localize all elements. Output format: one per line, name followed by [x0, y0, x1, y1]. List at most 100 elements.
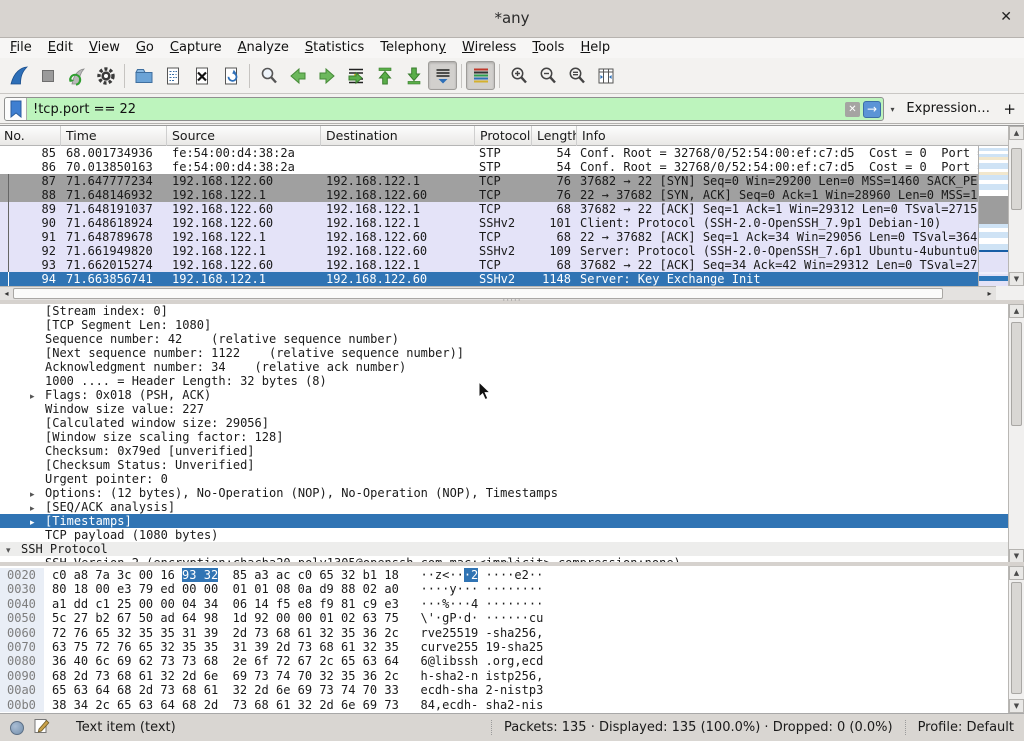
scroll-up-icon[interactable]: ▲ [1009, 126, 1024, 140]
detail-line[interactable]: ▸Options: (12 bytes), No-Operation (NOP)… [0, 486, 1008, 500]
go-last-packet-icon[interactable] [399, 61, 428, 90]
menu-item[interactable]: Tools [524, 38, 572, 58]
go-to-packet-icon[interactable] [341, 61, 370, 90]
filter-add-button[interactable]: + [1003, 94, 1016, 124]
menu-item[interactable]: Wireless [454, 38, 524, 58]
hex-row[interactable]: 008036 40 6c 69 62 73 73 68 2e 6f 72 67 … [0, 654, 1008, 668]
details-vscrollbar[interactable]: ▲ ▼ [1008, 304, 1024, 563]
detail-line[interactable]: [Next sequence number: 1122 (relative se… [0, 346, 1008, 360]
packet-row[interactable]: 88 71.648146932 192.168.122.1 192.168.12… [0, 188, 978, 202]
capture-options-icon[interactable] [91, 61, 120, 90]
detail-line[interactable]: [Stream index: 0] [0, 304, 1008, 318]
detail-line[interactable]: [Checksum Status: Unverified] [0, 458, 1008, 472]
detail-line[interactable]: Acknowledgment number: 34 (relative ack … [0, 360, 1008, 374]
zoom-in-icon[interactable] [504, 61, 533, 90]
detail-line[interactable]: ▸Flags: 0x018 (PSH, ACK) [0, 388, 1008, 402]
filter-bookmark-icon[interactable] [5, 98, 27, 120]
hex-row[interactable]: 007063 75 72 76 65 32 35 35 31 39 2d 73 … [0, 640, 1008, 654]
colorize-toggle-icon[interactable] [466, 61, 495, 90]
detail-line[interactable]: Sequence number: 42 (relative sequence n… [0, 332, 1008, 346]
scroll-thumb[interactable] [13, 288, 943, 299]
column-header-destination[interactable]: Destination [321, 126, 475, 146]
packet-row[interactable]: 87 71.647777234 192.168.122.60 192.168.1… [0, 174, 978, 188]
packet-row[interactable]: 90 71.648618924 192.168.122.60 192.168.1… [0, 216, 978, 230]
hex-vscrollbar[interactable]: ▲ ▼ [1008, 566, 1024, 713]
restart-capture-icon[interactable] [62, 61, 91, 90]
stop-capture-icon[interactable] [33, 61, 62, 90]
scroll-up-icon[interactable]: ▲ [1009, 304, 1024, 318]
menu-item[interactable]: File [2, 38, 40, 58]
menu-item[interactable]: Statistics [297, 38, 372, 58]
hex-row[interactable]: 0040a1 dd c1 25 00 00 04 34 06 14 f5 e8 … [0, 597, 1008, 611]
packet-row[interactable]: 94 71.663856741 192.168.122.1 192.168.12… [0, 272, 978, 286]
start-capture-icon[interactable] [4, 61, 33, 90]
window-close-button[interactable]: ✕ [1000, 9, 1012, 25]
column-header-no[interactable]: No. [0, 126, 61, 146]
detail-line[interactable]: [TCP Segment Len: 1080] [0, 318, 1008, 332]
packet-row[interactable]: 89 71.648191037 192.168.122.60 192.168.1… [0, 202, 978, 216]
menu-item[interactable]: Telephony [372, 38, 454, 58]
go-forward-icon[interactable] [312, 61, 341, 90]
resize-columns-icon[interactable] [591, 61, 620, 90]
packet-row[interactable]: 85 68.001734936 fe:54:00:d4:38:2a STP 54… [0, 146, 978, 160]
go-back-icon[interactable] [283, 61, 312, 90]
packet-list-vscrollbar[interactable]: ▲ ▼ [1008, 126, 1024, 286]
detail-line[interactable]: TCP payload (1080 bytes) [0, 528, 1008, 542]
capture-comment-icon[interactable] [34, 718, 50, 738]
scroll-down-icon[interactable]: ▼ [1009, 272, 1024, 286]
menu-item[interactable]: Help [572, 38, 618, 58]
detail-line[interactable]: 1000 .... = Header Length: 32 bytes (8) [0, 374, 1008, 388]
column-header-length[interactable]: Length [532, 126, 577, 146]
scroll-right-icon[interactable]: ▸ [983, 287, 996, 300]
detail-line[interactable]: [Calculated window size: 29056] [0, 416, 1008, 430]
menu-item[interactable]: Go [128, 38, 162, 58]
packet-row[interactable]: 92 71.661949820 192.168.122.1 192.168.12… [0, 244, 978, 258]
go-first-packet-icon[interactable] [370, 61, 399, 90]
scroll-thumb[interactable] [1011, 582, 1022, 694]
hex-row[interactable]: 009068 2d 73 68 61 32 2d 6e 69 73 74 70 … [0, 669, 1008, 683]
column-header-info[interactable]: Info [577, 126, 1008, 146]
detail-line[interactable]: ▸[SEQ/ACK analysis] [0, 500, 1008, 514]
scroll-thumb[interactable] [1011, 148, 1022, 210]
zoom-out-icon[interactable] [533, 61, 562, 90]
detail-line[interactable]: ▸[Timestamps] [0, 514, 1008, 528]
packet-row[interactable]: 93 71.662015274 192.168.122.60 192.168.1… [0, 258, 978, 272]
packet-list-minimap[interactable] [978, 146, 1008, 286]
column-header-time[interactable]: Time [61, 126, 167, 146]
scroll-down-icon[interactable]: ▼ [1009, 549, 1024, 563]
expert-info-icon[interactable] [10, 721, 24, 735]
detail-line[interactable]: Checksum: 0x79ed [unverified] [0, 444, 1008, 458]
hex-row[interactable]: 006072 76 65 32 35 35 31 39 2d 73 68 61 … [0, 626, 1008, 640]
find-packet-icon[interactable] [254, 61, 283, 90]
profile-button[interactable]: Profile: Default [905, 720, 1024, 735]
auto-scroll-toggle-icon[interactable] [428, 61, 457, 90]
filter-clear-icon[interactable]: ✕ [845, 102, 860, 117]
scroll-up-icon[interactable]: ▲ [1009, 566, 1024, 580]
zoom-original-icon[interactable] [562, 61, 591, 90]
packet-row[interactable]: 91 71.648789678 192.168.122.1 192.168.12… [0, 230, 978, 244]
reload-file-icon[interactable] [216, 61, 245, 90]
menu-item[interactable]: Edit [40, 38, 81, 58]
close-file-icon[interactable] [187, 61, 216, 90]
detail-line[interactable]: Urgent pointer: 0 [0, 472, 1008, 486]
scroll-thumb[interactable] [1011, 322, 1022, 426]
scroll-down-icon[interactable]: ▼ [1009, 699, 1024, 713]
detail-line[interactable]: ▾SSH Protocol [0, 542, 1008, 556]
hex-row[interactable]: 00505c 27 b2 67 50 ad 64 98 1d 92 00 00 … [0, 611, 1008, 625]
menu-item[interactable]: Capture [162, 38, 230, 58]
expression-button[interactable]: Expression… [906, 94, 990, 124]
hex-row[interactable]: 0020c0 a8 7a 3c 00 16 93 32 85 a3 ac c0 … [0, 568, 1008, 582]
packet-list-hscrollbar[interactable]: ◂ ▸ [0, 286, 996, 300]
detail-line[interactable]: [Window size scaling factor: 128] [0, 430, 1008, 444]
column-header-protocol[interactable]: Protocol [475, 126, 532, 146]
detail-line[interactable]: Window size value: 227 [0, 402, 1008, 416]
filter-dropdown-icon[interactable]: ▾ [886, 97, 899, 121]
packet-row[interactable]: 86 70.013850163 fe:54:00:d4:38:2a STP 54… [0, 160, 978, 174]
menu-item[interactable]: Analyze [230, 38, 297, 58]
column-header-source[interactable]: Source [167, 126, 321, 146]
menu-item[interactable]: View [81, 38, 128, 58]
save-file-icon[interactable] [158, 61, 187, 90]
open-file-icon[interactable] [129, 61, 158, 90]
filter-input[interactable] [27, 102, 845, 117]
scroll-left-icon[interactable]: ◂ [0, 287, 13, 300]
